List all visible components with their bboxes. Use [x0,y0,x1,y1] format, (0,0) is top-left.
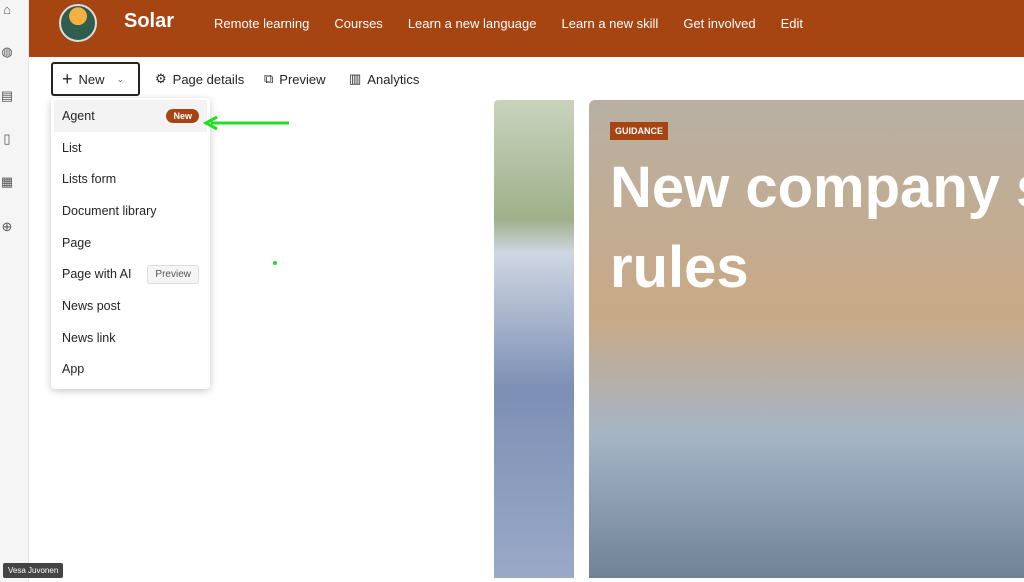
nav-learn-skill[interactable]: Learn a new skill [561,16,658,31]
green-arrow-annotation [203,116,289,131]
site-nav: Remote learning Courses Learn a new lang… [214,16,803,31]
page-details-button[interactable]: ⚙ Page details [155,71,244,87]
add-icon[interactable]: ⊕ [0,220,14,234]
new-dropdown-menu: Agent New List Lists form Document librar… [51,98,210,389]
app-rail: ⌂ ◍ ▤ ▯ ▦ ⊕ [0,0,29,582]
site-header: Solar Remote learning Courses Learn a ne… [29,0,1024,57]
chevron-down-icon: ⌄ [116,73,125,84]
preview-badge: Preview [147,264,199,284]
site-title[interactable]: Solar [124,10,174,33]
new-button[interactable]: + New ⌄ [51,62,140,96]
gear-icon: ⚙ [155,71,167,86]
category-tag: GUIDANCE [610,122,669,140]
hero-news-card[interactable]: GUIDANCE New company s rules [589,100,1024,578]
analytics-label: Analytics [367,71,420,87]
news-icon[interactable]: ▤ [0,89,14,103]
nav-learn-language[interactable]: Learn a new language [408,16,537,31]
menu-item-document-library[interactable]: Document library [51,195,210,227]
globe-icon[interactable]: ◍ [0,45,14,59]
site-logo[interactable] [59,4,97,42]
menu-item-app[interactable]: App [51,354,210,386]
analytics-button[interactable]: ▥ Analytics [349,71,419,87]
list-icon[interactable]: ▦ [0,175,14,189]
nav-edit[interactable]: Edit [781,16,803,31]
nav-remote-learning[interactable]: Remote learning [214,16,309,31]
plus-icon: + [62,68,73,89]
menu-item-page-with-ai[interactable]: Page with AI Preview [51,258,210,290]
preview-button[interactable]: ⧉ Preview [264,71,326,87]
page-details-label: Page details [172,71,245,87]
preview-icon: ⧉ [264,71,274,86]
menu-item-lists-form[interactable]: Lists form [51,163,210,195]
hero-title[interactable]: New company s rules [610,148,1024,308]
analytics-icon: ▥ [349,71,362,86]
new-label: New [78,71,105,87]
nav-courses[interactable]: Courses [334,16,382,31]
menu-item-news-link[interactable]: News link [51,322,210,354]
menu-item-page[interactable]: Page [51,227,210,259]
home-icon[interactable]: ⌂ [0,3,14,17]
new-badge: New [166,108,199,123]
preview-label: Preview [279,71,326,87]
green-dot [273,261,277,265]
solar-field-image [494,100,574,578]
menu-item-list[interactable]: List [51,132,210,164]
file-icon[interactable]: ▯ [0,132,14,146]
user-tooltip: Vesa Juvonen [3,563,64,578]
menu-item-agent[interactable]: Agent New [54,100,207,132]
menu-item-news-post[interactable]: News post [51,290,210,322]
nav-get-involved[interactable]: Get involved [683,16,755,31]
command-bar: + New ⌄ ⚙ Page details ⧉ Preview ▥ Analytic… [29,58,1024,98]
